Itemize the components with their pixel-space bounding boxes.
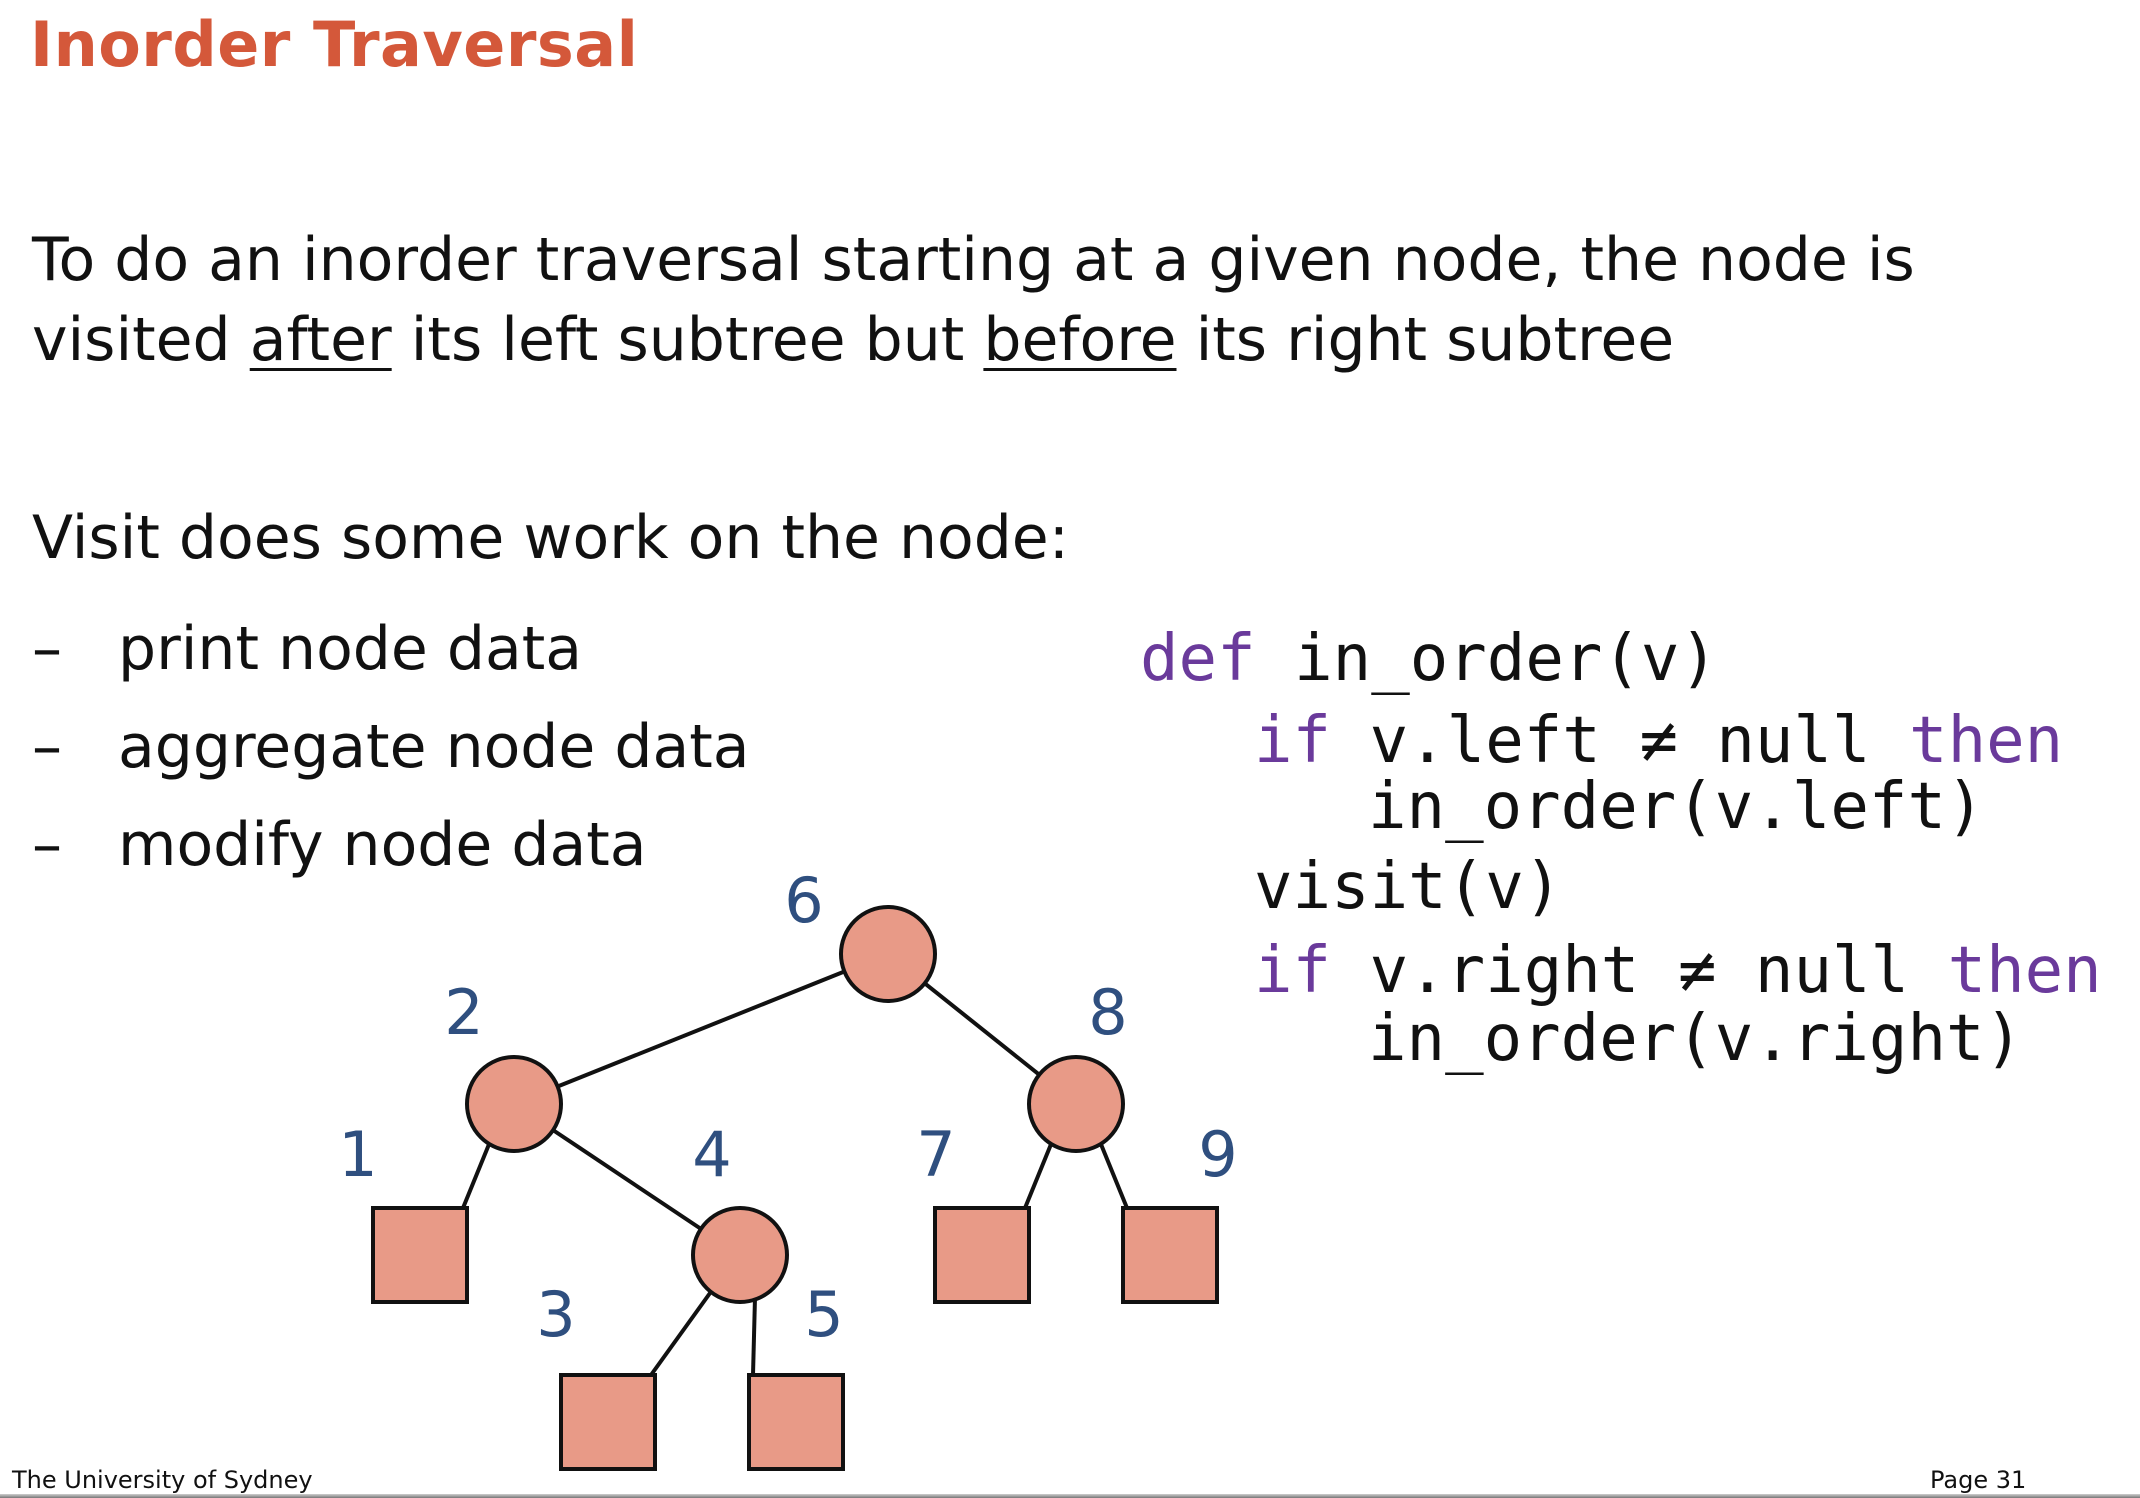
tree-internal-node [465,1055,563,1153]
tree-edge [923,981,1041,1077]
footer-divider [0,1494,2140,1498]
tree-internal-node [839,905,937,1003]
tree-node-label: 2 [444,976,483,1049]
tree-edge [649,1290,713,1377]
tree-leaf-node [371,1206,469,1304]
tree-leaf-node [747,1373,845,1471]
binary-tree-diagram: 62 81 4 7 93 5 [338,864,1238,1471]
tree-internal-node [691,1206,789,1304]
tree-edge [551,1128,703,1231]
footer-institution: The University of Sydney [12,1466,313,1494]
tree-leaf-node [1121,1206,1219,1304]
tree-leaf-node [933,1206,1031,1304]
footer-page-number: Page 31 [1930,1466,2027,1494]
tree-edge [556,969,846,1089]
tree-internal-node [1027,1055,1125,1153]
tree-leaf-node [559,1373,657,1471]
tree-node-label: 6 [784,864,823,937]
tree-node-label: 8 [1088,976,1127,1049]
tree-node-label: 3 [536,1278,575,1351]
tree-edge [1098,1143,1129,1209]
tree-node-label: 1 [338,1118,377,1191]
tree-node-label: 5 [804,1278,843,1351]
tree-edge [1023,1143,1054,1209]
tree-edge [751,1299,757,1376]
tree-node-label: 7 [916,1118,955,1191]
tree-node-label: 4 [692,1118,731,1191]
tree-node-label: 9 [1198,1118,1237,1191]
tree-edge [461,1143,492,1209]
